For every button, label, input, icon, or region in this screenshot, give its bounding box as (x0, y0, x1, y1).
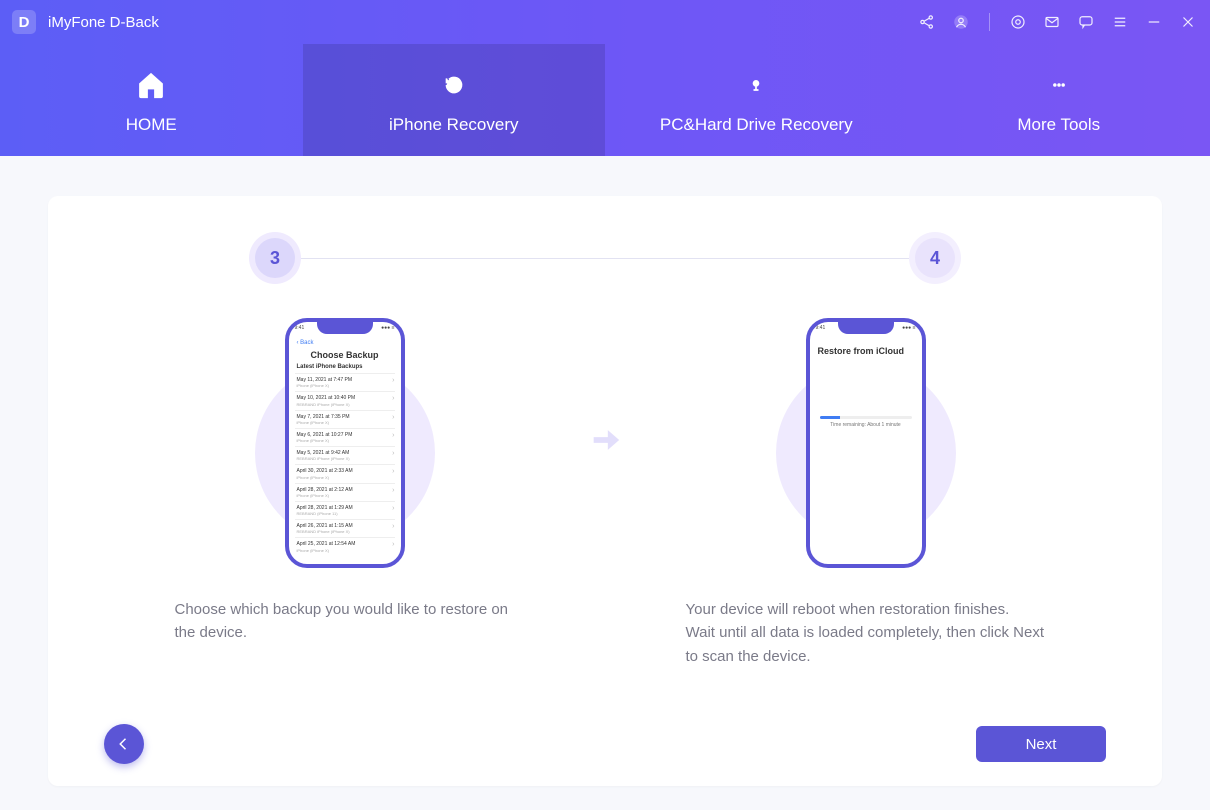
feedback-icon[interactable] (1076, 12, 1096, 32)
menu-icon[interactable] (1110, 12, 1130, 32)
share-icon[interactable] (917, 12, 937, 32)
backup-row: April 26, 2021 at 1:15 AMREBRAND iPhone … (295, 519, 395, 537)
tab-more-tools[interactable]: More Tools (908, 44, 1210, 156)
next-button[interactable]: Next (976, 726, 1106, 762)
tab-pc-recovery-label: PC&Hard Drive Recovery (660, 115, 853, 135)
panel-4-caption: Your device will reboot when restoration… (686, 598, 1046, 668)
step-4-pill: 4 (915, 238, 955, 278)
home-icon (131, 65, 171, 105)
app-title: iMyFone D-Back (48, 14, 159, 31)
tab-home-label: HOME (126, 115, 177, 135)
backup-row: April 28, 2021 at 1:29 AMREBRAND (iPhone… (295, 501, 395, 519)
footer-controls: Next (104, 724, 1106, 764)
phone3-back: ‹ Back (295, 340, 395, 348)
main-nav: HOME iPhone Recovery PC&Hard Drive Recov… (0, 44, 1210, 156)
more-tools-icon (1039, 65, 1079, 105)
steps-indicator: 3 4 (225, 238, 985, 278)
phone-illustration-4: 9:41●●● ≡ Restore from iCloud Time remai… (751, 308, 981, 578)
tab-more-tools-label: More Tools (1017, 115, 1100, 135)
backup-row: May 7, 2021 at 7:35 PMiPhone (iPhone X) (295, 410, 395, 428)
step-3-pill: 3 (255, 238, 295, 278)
main-area: 3 4 9:41●●● ≡ ‹ Back Choose Backup Lat (0, 156, 1210, 810)
backup-row: May 11, 2021 at 7:47 PMiPhone (iPhone X) (295, 373, 395, 391)
tab-pc-recovery[interactable]: PC&Hard Drive Recovery (605, 44, 908, 156)
title-bar-actions (917, 12, 1198, 32)
phone3-title: Choose Backup (295, 350, 395, 360)
close-icon[interactable] (1178, 12, 1198, 32)
account-icon[interactable] (951, 12, 971, 32)
pc-recovery-icon (736, 65, 776, 105)
phone-illustration-3: 9:41●●● ≡ ‹ Back Choose Backup Latest iP… (230, 308, 460, 578)
backup-row: May 6, 2021 at 10:27 PMiPhone (iPhone X) (295, 428, 395, 446)
backup-row: May 5, 2021 at 9:42 AMREBRAND iPhone (iP… (295, 446, 395, 464)
backup-row: May 10, 2021 at 10:40 PMREBRAND iPhone (… (295, 391, 395, 409)
arrow-icon (588, 423, 622, 462)
panel-step-4: 9:41●●● ≡ Restore from iCloud Time remai… (625, 308, 1106, 668)
phone4-remaining: Time remaining: About 1 minute (816, 422, 916, 428)
minimize-icon[interactable] (1144, 12, 1164, 32)
content-card: 3 4 9:41●●● ≡ ‹ Back Choose Backup Lat (48, 196, 1162, 786)
panel-3-caption: Choose which backup you would like to re… (175, 598, 515, 645)
mail-icon[interactable] (1042, 12, 1062, 32)
backup-row: April 30, 2021 at 2:33 AMiPhone (iPhone … (295, 464, 395, 482)
app-logo: D (12, 10, 36, 34)
title-bar: D iMyFone D-Back (0, 0, 1210, 44)
settings-icon[interactable] (1008, 12, 1028, 32)
backup-row: April 25, 2021 at 12:54 AMiPhone (iPhone… (295, 537, 395, 555)
phone4-title: Restore from iCloud (816, 346, 916, 356)
panel-step-3: 9:41●●● ≡ ‹ Back Choose Backup Latest iP… (104, 308, 585, 668)
tab-home[interactable]: HOME (0, 44, 303, 156)
iphone-recovery-icon (434, 65, 474, 105)
phone3-section: Latest iPhone Backups (295, 364, 395, 373)
backup-row: April 28, 2021 at 2:12 AMiPhone (iPhone … (295, 483, 395, 501)
panels: 9:41●●● ≡ ‹ Back Choose Backup Latest iP… (104, 308, 1106, 668)
back-button[interactable] (104, 724, 144, 764)
tab-iphone-recovery-label: iPhone Recovery (389, 115, 518, 135)
tab-iphone-recovery[interactable]: iPhone Recovery (303, 44, 606, 156)
app-window: D iMyFone D-Back HOME iPhone Recovery PC… (0, 0, 1210, 810)
